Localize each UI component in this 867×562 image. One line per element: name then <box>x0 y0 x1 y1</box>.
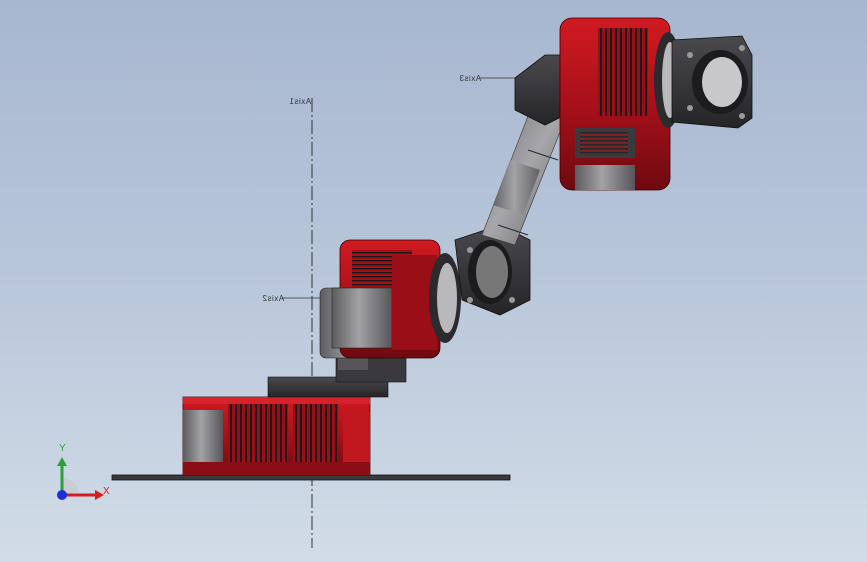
shoulder-joint <box>319 239 461 359</box>
robot-arm-model[interactable] <box>0 0 867 562</box>
axis2-label: Axis2 <box>262 294 285 303</box>
base-housing <box>182 396 371 476</box>
cad-viewport[interactable]: Axis1 Axis2 Axis3 X Y <box>0 0 867 562</box>
triad-x-label: X <box>103 486 110 497</box>
end-clamp <box>671 35 753 129</box>
elbow-clamp <box>454 224 531 316</box>
axis1-label: Axis1 <box>289 97 312 106</box>
base-plate <box>111 474 511 481</box>
coordinate-triad <box>57 457 104 500</box>
axis3-label: Axis3 <box>459 74 482 83</box>
triad-z-axis <box>57 490 67 500</box>
triad-y-label: Y <box>59 443 66 454</box>
